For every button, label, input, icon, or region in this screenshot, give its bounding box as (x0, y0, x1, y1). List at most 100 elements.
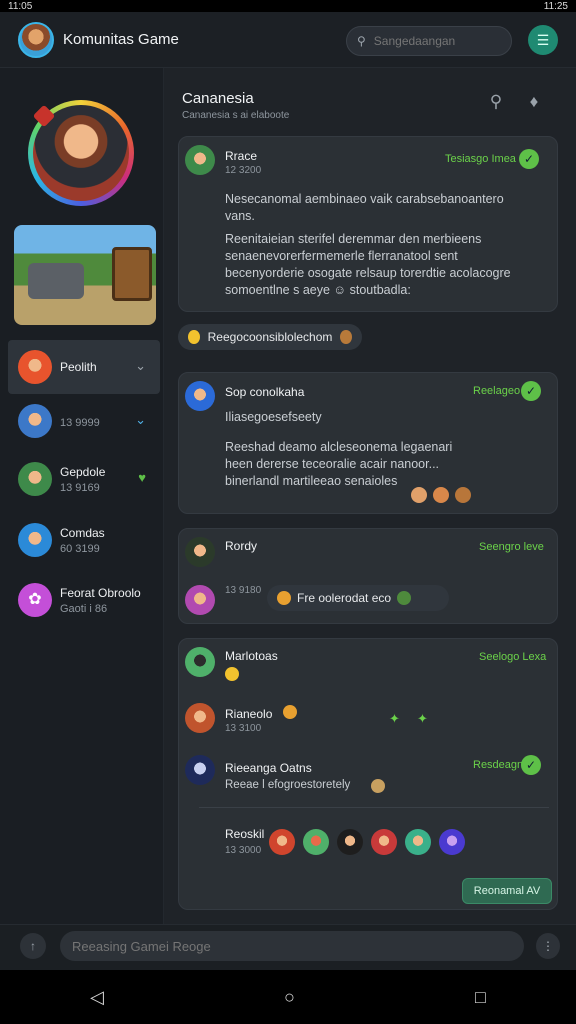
check-icon: ✓ (521, 755, 541, 775)
status-time-left: 11:05 (8, 0, 33, 12)
message-time: 13 3100 (225, 723, 262, 734)
chat-panel: Cananesia Cananesia s ai elaboote ⚲ ♦ Rr… (164, 68, 576, 924)
message-author: Marlotoas (225, 649, 278, 663)
filter-action-icon[interactable]: ☰ (528, 25, 558, 55)
app-avatar[interactable] (18, 21, 54, 58)
message-time: 12 3200 (225, 165, 262, 176)
search-icon: ⚲ (357, 34, 366, 48)
smile-icon (188, 330, 200, 344)
message-author: Rordy (225, 539, 258, 553)
reaction-pill[interactable]: Reegocoonsiblolechom (178, 324, 362, 350)
contact-item[interactable]: Comdas 60 3199 (8, 513, 160, 567)
message-status: Seengro leve (479, 541, 544, 553)
heart-icon[interactable]: ♥ (138, 470, 146, 485)
character-icon (397, 591, 412, 605)
message-author: Reoskil (225, 827, 265, 841)
avatar[interactable] (303, 829, 329, 855)
message-author: Sop conolkaha (225, 385, 305, 399)
avatar (185, 703, 215, 733)
participant-row (269, 829, 465, 855)
message-card: Marlotoas Seelogo Lexa Rianeolo 13 3100 … (178, 638, 558, 910)
character-icon (371, 779, 385, 793)
attach-icon[interactable]: ↑ (20, 933, 46, 959)
avatar (18, 462, 52, 496)
contact-sub: 13 9169 (60, 481, 100, 494)
featured-avatar[interactable] (28, 100, 134, 206)
composer: ↑ ⋮ (0, 924, 576, 970)
reaction-row (411, 487, 471, 503)
message-status: Tesiasgo Imea (445, 153, 516, 165)
more-icon[interactable]: ⋮ (536, 933, 560, 959)
message-card: Rordy Seengro leve 13 9180 Fre oolerodat… (178, 528, 558, 624)
avatar (185, 755, 215, 785)
check-icon: ✓ (521, 381, 541, 401)
contact-name: Comdas (60, 525, 105, 540)
fire-icon (277, 591, 291, 605)
character-icon (340, 330, 352, 344)
home-icon[interactable]: ○ (284, 987, 295, 1008)
reply-button[interactable]: Reonamal AV (462, 878, 552, 904)
smile-icon (225, 667, 239, 681)
leaf-icon: ✦ (389, 711, 400, 726)
message-text: Reeae l efogroestoretely (225, 779, 351, 791)
contact-sub: 13 9999 (60, 416, 100, 429)
avatar[interactable] (371, 829, 397, 855)
character-icon (433, 487, 449, 503)
message-text: Reenitaieian sterifel deremmar den merbi… (225, 232, 511, 297)
search-bar[interactable]: ⚲ (346, 26, 512, 56)
avatar (185, 647, 215, 677)
contact-item[interactable]: 13 9999 ⌄ (8, 394, 160, 448)
paw-icon: ✿ (18, 583, 52, 617)
character-icon (455, 487, 471, 503)
gamepad-icon[interactable]: ♦ (522, 90, 546, 114)
top-bar: Komunitas Game ⚲ ☰ (0, 12, 576, 68)
avatar (185, 537, 215, 567)
avatar (185, 145, 215, 175)
message-author: Rianeolo (225, 707, 273, 721)
message-text: Iliasegoesefseety (225, 410, 322, 424)
back-icon[interactable]: ◁ (90, 987, 104, 1008)
contact-name: Gepdole (60, 464, 106, 479)
message-status: Seelogo Lexa (479, 651, 547, 663)
chevron-down-icon[interactable]: ⌄ (135, 358, 146, 374)
status-time-right: 11:25 (543, 0, 568, 12)
channel-subtitle: Cananesia s ai elaboote (182, 110, 290, 121)
avatar[interactable] (439, 829, 465, 855)
avatar (185, 381, 215, 411)
avatar (18, 350, 52, 384)
message-card: Rrace 12 3200 Tesiasgo Imea ✓ Nesecanoma… (178, 136, 558, 312)
contact-name: Peolith (60, 360, 97, 374)
game-thumbnail[interactable] (14, 225, 156, 325)
message-input[interactable] (60, 931, 524, 961)
avatar[interactable] (269, 829, 295, 855)
search-icon[interactable]: ⚲ (484, 90, 508, 114)
channel-title: Cananesia (182, 90, 254, 107)
message-author: Rieeanga Oatns (225, 761, 312, 775)
message-text: Reeshad deamo alcleseonema legaenari hee… (225, 440, 453, 488)
avatar (185, 585, 215, 615)
character-icon (411, 487, 427, 503)
recents-icon[interactable]: □ (475, 987, 486, 1008)
contact-item[interactable]: Gepdole 13 9169 ♥ (8, 452, 160, 506)
avatar[interactable] (405, 829, 431, 855)
chevron-down-icon[interactable]: ⌄ (135, 412, 146, 428)
status-bar: 11:05 11:25 (0, 0, 576, 12)
reply-pill[interactable]: Fre oolerodat eco (267, 585, 449, 611)
avatar (18, 523, 52, 557)
message-time: 13 9180 (225, 585, 262, 596)
sidebar: Peolith ⌄ 13 9999 ⌄ Gepdole 13 9169 ♥ Com… (0, 68, 164, 924)
app-title: Komunitas Game (63, 31, 179, 48)
lightning-icon (283, 705, 297, 719)
contact-sub: 60 3199 (60, 542, 100, 555)
contact-item[interactable]: Peolith ⌄ (8, 340, 160, 394)
reply-text: Fre oolerodat eco (297, 591, 392, 605)
message-time: 13 3000 (225, 845, 262, 856)
contact-item[interactable]: ✿ Feorat Obroolo Gaoti i 86 (8, 573, 160, 627)
message-text: Nesecanomal aembinaeo vaik carabsebanoan… (225, 192, 504, 223)
search-input[interactable] (373, 34, 494, 48)
message-author: Rrace (225, 149, 258, 163)
check-icon: ✓ (519, 149, 539, 169)
avatar[interactable] (337, 829, 363, 855)
message-card: Sop conolkaha Reelageo ✓ Iliasegoesefsee… (178, 372, 558, 514)
system-nav-bar: ◁ ○ □ (0, 970, 576, 1024)
